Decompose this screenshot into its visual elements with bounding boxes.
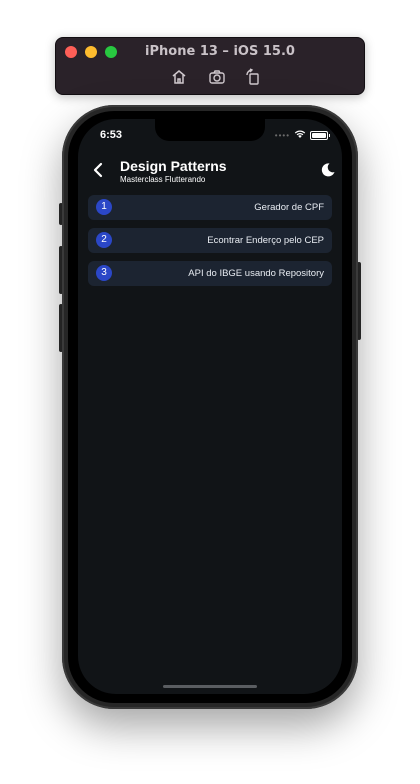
- signal-icon: ••••: [274, 130, 290, 140]
- item-number-badge: 3: [96, 265, 112, 281]
- simulator-title: iPhone 13 – iOS 15.0: [145, 44, 295, 59]
- item-title: API do IBGE usando Repository: [188, 268, 324, 279]
- chevron-left-icon[interactable]: [90, 161, 108, 179]
- item-number-badge: 1: [96, 199, 112, 215]
- item-title: Econtrar Enderço pelo CEP: [207, 235, 324, 246]
- rotate-icon[interactable]: [244, 68, 262, 86]
- home-indicator[interactable]: [163, 685, 257, 688]
- app-bar: Design Patterns Masterclass Flutterando: [78, 155, 342, 191]
- moon-icon[interactable]: [320, 162, 336, 178]
- item-number-badge: 2: [96, 232, 112, 248]
- list-item[interactable]: 3 API do IBGE usando Repository: [88, 261, 332, 286]
- app-screen: 6:53 •••• Design Patterns Masterclass Fl…: [78, 119, 342, 694]
- home-icon[interactable]: [170, 68, 188, 86]
- list-item[interactable]: 2 Econtrar Enderço pelo CEP: [88, 228, 332, 253]
- status-time: 6:53: [100, 129, 123, 141]
- item-title: Gerador de CPF: [254, 202, 324, 213]
- status-icons: ••••: [274, 126, 330, 144]
- screenshot-icon[interactable]: [208, 68, 226, 86]
- battery-icon: [310, 130, 330, 140]
- notch: [155, 119, 265, 141]
- list-item[interactable]: 1 Gerador de CPF: [88, 195, 332, 220]
- wifi-icon: [294, 126, 306, 144]
- pattern-list: 1 Gerador de CPF 2 Econtrar Enderço pelo…: [88, 195, 332, 294]
- page-title: Design Patterns: [120, 158, 227, 174]
- page-subtitle: Masterclass Flutterando: [120, 175, 206, 184]
- simulator-window: iPhone 13 – iOS 15.0: [55, 37, 365, 95]
